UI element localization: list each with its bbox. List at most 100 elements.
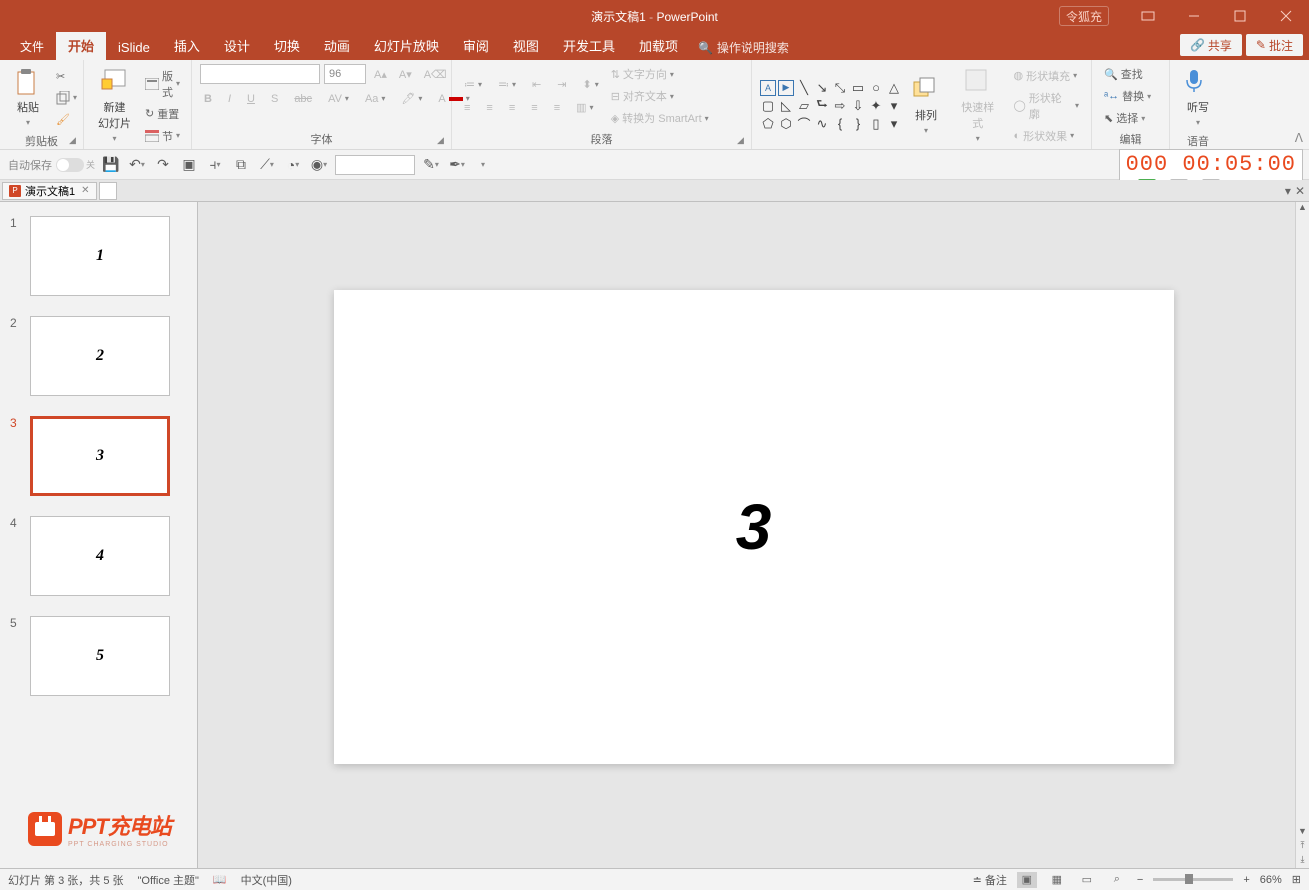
language-status[interactable]: 中文(中国) bbox=[241, 872, 292, 888]
convert-smartart-button[interactable]: ◈转换为 SmartArt▾ bbox=[607, 108, 713, 128]
format-painter-button[interactable]: 🖌 bbox=[52, 111, 81, 128]
distributed-button[interactable]: ≡ bbox=[550, 100, 564, 116]
shape-line[interactable]: ╲ bbox=[796, 80, 812, 96]
shape-more-row2[interactable]: ▾ bbox=[886, 98, 902, 114]
redo-button[interactable]: ↷ bbox=[153, 155, 173, 175]
align-objects-button[interactable]: ⫞▾ bbox=[205, 155, 225, 175]
zoom-level[interactable]: 66% bbox=[1260, 874, 1282, 886]
thumbnail-1[interactable]: 1 1 bbox=[0, 212, 197, 312]
shape-brace-left[interactable]: { bbox=[832, 116, 848, 132]
thumbnail-2[interactable]: 2 2 bbox=[0, 312, 197, 412]
edit-shape-button[interactable]: ✎▾ bbox=[421, 155, 441, 175]
fit-window-button[interactable]: ⊞ bbox=[1292, 873, 1301, 886]
shape-fill-qat-button[interactable]: ◔▾ bbox=[283, 155, 303, 175]
thumbnail-3[interactable]: 3 3 bbox=[0, 412, 197, 512]
bold-button[interactable]: B bbox=[200, 91, 216, 107]
eyedropper-button[interactable]: ⟋▾ bbox=[257, 155, 277, 175]
text-direction-button[interactable]: ⇅文字方向▾ bbox=[607, 64, 713, 84]
shape-style-combo[interactable] bbox=[335, 155, 415, 175]
paragraph-dialog-launcher[interactable]: ◢ bbox=[737, 135, 749, 147]
minimize-icon[interactable] bbox=[1171, 2, 1217, 30]
maximize-icon[interactable] bbox=[1217, 2, 1263, 30]
customize-qat-button[interactable]: ▾ bbox=[473, 155, 493, 175]
thumbnail-slide-3[interactable]: 3 bbox=[30, 416, 170, 496]
underline-button[interactable]: U bbox=[243, 91, 259, 107]
line-spacing-button[interactable]: ⬍▾ bbox=[578, 76, 602, 93]
shape-arrow-line[interactable]: ↘ bbox=[814, 80, 830, 96]
zoom-slider[interactable] bbox=[1153, 878, 1233, 881]
thumbnail-4[interactable]: 4 4 bbox=[0, 512, 197, 612]
ribbon-display-options-icon[interactable] bbox=[1125, 2, 1171, 30]
shape-oval[interactable]: ○ bbox=[868, 80, 884, 96]
tab-home[interactable]: 开始 bbox=[56, 32, 106, 60]
reading-view-button[interactable]: ▭ bbox=[1077, 872, 1097, 888]
clipboard-dialog-launcher[interactable]: ◢ bbox=[69, 135, 81, 147]
slideshow-view-button[interactable]: ⌕ bbox=[1107, 872, 1127, 888]
close-icon[interactable] bbox=[1263, 2, 1309, 30]
shape-outline-button[interactable]: ◯形状轮廓▾ bbox=[1010, 88, 1084, 124]
tab-view[interactable]: 视图 bbox=[501, 32, 551, 60]
shape-triangle[interactable]: △ bbox=[886, 80, 902, 96]
current-slide-canvas[interactable]: 3 bbox=[334, 290, 1174, 764]
decrease-indent-button[interactable]: ⇤ bbox=[528, 76, 545, 93]
decrease-font-button[interactable]: A▾ bbox=[395, 66, 416, 83]
thumbnail-slide-2[interactable]: 2 bbox=[30, 316, 170, 396]
doctab-dropdown-icon[interactable]: ▾ bbox=[1285, 184, 1291, 198]
cut-button[interactable]: ✂ bbox=[52, 68, 81, 85]
doctab-close-icon[interactable]: ✕ bbox=[1295, 184, 1305, 198]
shape-hexagon[interactable]: ⬡ bbox=[778, 116, 794, 132]
reset-button[interactable]: ↻重置 bbox=[141, 104, 184, 124]
thumbnail-slide-5[interactable]: 5 bbox=[30, 616, 170, 696]
shadow-button[interactable]: S bbox=[267, 91, 282, 107]
shape-connector[interactable]: ⤡ bbox=[832, 80, 848, 96]
scroll-down-icon[interactable]: ▼ bbox=[1296, 826, 1309, 840]
align-right-button[interactable]: ≡ bbox=[505, 100, 519, 116]
shape-curve[interactable]: ∿ bbox=[814, 116, 830, 132]
tab-review[interactable]: 审阅 bbox=[451, 32, 501, 60]
shape-parallelogram[interactable]: ▱ bbox=[796, 98, 812, 114]
collapse-ribbon-button[interactable]: ᐱ bbox=[1295, 131, 1303, 145]
shape-arc[interactable]: ⌒ bbox=[796, 116, 812, 132]
save-button[interactable]: 💾 bbox=[101, 155, 121, 175]
document-tab[interactable]: P 演示文稿1 ✕ bbox=[2, 182, 97, 200]
change-case-button[interactable]: Aa▾ bbox=[361, 91, 389, 107]
shape-pentagon[interactable]: ⬠ bbox=[760, 116, 776, 132]
shape-right-arrow[interactable]: ⇨ bbox=[832, 98, 848, 114]
select-button[interactable]: ⬉选择▾ bbox=[1100, 108, 1161, 128]
autosave-toggle[interactable]: 自动保存 关 bbox=[8, 157, 95, 173]
notes-button[interactable]: ≐ 备注 bbox=[973, 872, 1007, 888]
user-account[interactable]: 令狐充 bbox=[1053, 6, 1115, 26]
clear-formatting-button[interactable]: A⌫ bbox=[420, 66, 451, 83]
arrange-button[interactable]: 排列▾ bbox=[906, 72, 946, 139]
crop-button[interactable]: ⧉ bbox=[231, 155, 251, 175]
increase-font-button[interactable]: A▴ bbox=[370, 66, 391, 83]
shape-right-triangle[interactable]: ◺ bbox=[778, 98, 794, 114]
columns-button[interactable]: ▥▾ bbox=[572, 99, 597, 116]
font-dialog-launcher[interactable]: ◢ bbox=[437, 135, 449, 147]
scroll-up-icon[interactable]: ▲ bbox=[1296, 202, 1309, 216]
bullets-button[interactable]: ≔▾ bbox=[460, 76, 486, 93]
layout-button[interactable]: 版式▾ bbox=[141, 66, 184, 102]
dictate-button[interactable]: 听写▾ bbox=[1178, 64, 1218, 131]
section-button[interactable]: 节▾ bbox=[141, 126, 184, 146]
comments-button[interactable]: ✎批注 bbox=[1246, 34, 1303, 56]
tab-islide[interactable]: iSlide bbox=[106, 36, 162, 60]
new-document-tab[interactable] bbox=[99, 182, 117, 200]
slide-editor[interactable]: 3 ▲ ▼ ⤒ ⤓ bbox=[198, 202, 1309, 868]
find-button[interactable]: 🔍查找 bbox=[1100, 64, 1161, 84]
shape-vertical-textbox[interactable]: ▶ bbox=[778, 80, 794, 96]
slide-thumbnails-pane[interactable]: 1 1 2 2 3 3 4 4 5 5 bbox=[0, 202, 198, 868]
shape-star[interactable]: ✦ bbox=[868, 98, 884, 114]
new-slide-button[interactable]: 新建 幻灯片▾ bbox=[92, 64, 137, 147]
paste-button[interactable]: 粘贴▾ bbox=[8, 64, 48, 131]
highlight-button[interactable]: 🖊▾ bbox=[397, 90, 426, 107]
italic-button[interactable]: I bbox=[224, 91, 235, 107]
tab-slideshow[interactable]: 幻灯片放映 bbox=[362, 32, 451, 60]
numbering-button[interactable]: ≕▾ bbox=[494, 76, 520, 93]
zoom-out-button[interactable]: − bbox=[1137, 874, 1143, 886]
justify-button[interactable]: ≡ bbox=[527, 100, 541, 116]
tab-addins[interactable]: 加载项 bbox=[627, 32, 690, 60]
font-size-combo[interactable] bbox=[324, 64, 366, 84]
shape-more[interactable]: ▾ bbox=[886, 116, 902, 132]
tab-transitions[interactable]: 切换 bbox=[262, 32, 312, 60]
